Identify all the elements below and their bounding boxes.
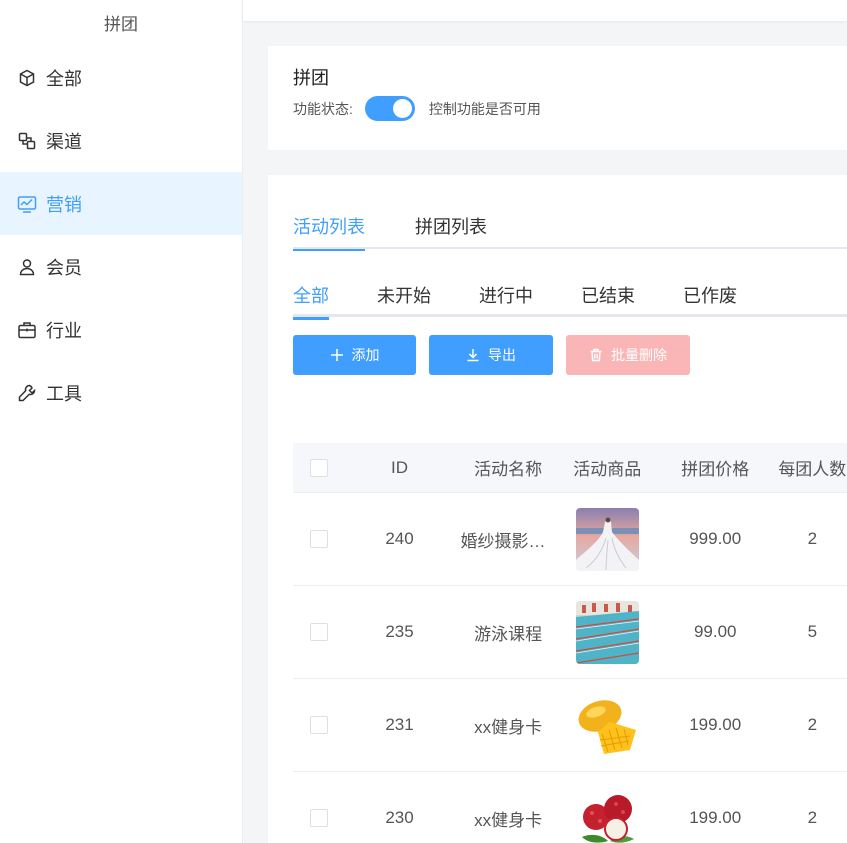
trash-icon	[590, 348, 602, 362]
row-checkbox[interactable]	[309, 530, 328, 548]
export-button[interactable]: 导出	[429, 335, 553, 375]
tab-status-all[interactable]: 全部	[293, 279, 329, 320]
sidebar-item-label: 会员	[46, 257, 82, 278]
row-checkbox[interactable]	[309, 809, 328, 827]
select-all-checkbox[interactable]	[309, 458, 328, 477]
swimming-pool-photo	[575, 600, 639, 664]
row-id: 235	[385, 622, 414, 641]
add-button-label: 添加	[351, 347, 380, 363]
sidebar-item-tools[interactable]: 工具	[0, 361, 242, 424]
sidebar-item-label: 行业	[46, 320, 82, 341]
function-title: 拼团	[293, 68, 329, 88]
row-checkbox[interactable]	[309, 623, 328, 641]
tab-status-ended[interactable]: 已结束	[581, 279, 635, 317]
header-name: 活动名称	[474, 460, 543, 479]
sidebar-item-label: 全部	[46, 68, 82, 89]
table-row: 230 xx健身卡 199.00 2	[293, 772, 847, 843]
row-goods-cell	[562, 786, 653, 843]
briefcase-icon	[16, 319, 38, 341]
main-card: 活动列表 拼团列表 全部 未开始 进行中 已结束 已作废 添加 导出 批量删除 …	[268, 175, 847, 843]
row-count: 2	[807, 715, 818, 734]
sidebar-item-marketing[interactable]: 营销	[0, 172, 242, 235]
row-name: 婚纱摄影套餐	[460, 531, 562, 551]
row-id: 240	[385, 529, 414, 548]
export-button-label: 导出	[488, 347, 516, 363]
user-icon	[16, 256, 38, 278]
sidebar-item-label: 工具	[46, 383, 82, 404]
row-name: xx健身卡	[474, 717, 543, 737]
row-price: 199.00	[689, 715, 742, 734]
tab-activity-list[interactable]: 活动列表	[293, 211, 365, 251]
table-row: 240 婚纱摄影套餐 999.00 2	[293, 493, 847, 586]
header-checkbox-cell	[293, 458, 345, 477]
row-goods-cell	[562, 693, 653, 757]
function-toggle-switch[interactable]	[364, 96, 415, 121]
cube-icon	[16, 67, 38, 89]
sidebar-item-all[interactable]: 全部	[0, 46, 242, 109]
row-name: 游泳课程	[474, 624, 543, 644]
row-price: 99.00	[693, 622, 737, 641]
row-id: 231	[385, 715, 414, 734]
sidebar-item-channel[interactable]: 渠道	[0, 109, 242, 172]
activity-table: ID 活动名称 活动商品 拼团价格 每团人数 240 婚纱摄影套餐 999.00…	[293, 443, 847, 843]
sidebar-item-label: 渠道	[46, 131, 82, 152]
chart-monitor-icon	[16, 193, 38, 215]
row-checkbox-cell	[293, 530, 345, 548]
plus-icon	[330, 349, 343, 361]
header-goods: 活动商品	[573, 460, 642, 479]
status-tabs: 全部 未开始 进行中 已结束 已作废	[293, 279, 847, 320]
wrench-icon	[16, 382, 38, 404]
sidebar-item-label: 营销	[46, 194, 82, 215]
row-price: 999.00	[689, 529, 742, 548]
function-card: 拼团 功能状态: 控制功能是否可用	[268, 46, 847, 150]
batch-delete-button[interactable]: 批量删除	[566, 335, 690, 375]
action-buttons: 添加 导出 批量删除	[293, 335, 703, 375]
table-row: 235 游泳课程 99.00 5	[293, 586, 847, 679]
tab-status-in-progress[interactable]: 进行中	[479, 279, 533, 317]
sidebar-title: 拼团	[0, 0, 242, 40]
top-header	[243, 0, 847, 21]
sidebar-item-member[interactable]: 会员	[0, 235, 242, 298]
row-checkbox-cell	[293, 623, 345, 641]
row-count: 5	[807, 622, 818, 641]
row-count: 2	[807, 808, 818, 827]
row-id: 230	[385, 808, 414, 827]
header-id: ID	[391, 457, 409, 477]
add-button[interactable]: 添加	[293, 335, 416, 375]
row-checkbox-cell	[293, 809, 345, 827]
mango-photo	[575, 693, 639, 757]
sidebar-menu: 全部 渠道 营销 会员 行业 工具	[0, 46, 242, 424]
batch-delete-button-label: 批量删除	[611, 347, 667, 363]
header-count: 每团人数	[778, 460, 847, 479]
sidebar-item-industry[interactable]: 行业	[0, 298, 242, 361]
row-goods-cell	[562, 507, 653, 571]
table-row: 231 xx健身卡 199.00 2	[293, 679, 847, 772]
row-count: 2	[807, 529, 818, 548]
function-status-row: 功能状态: 控制功能是否可用	[293, 96, 541, 121]
row-goods-cell	[562, 600, 653, 664]
tab-status-voided[interactable]: 已作废	[683, 279, 737, 317]
row-checkbox[interactable]	[309, 716, 328, 734]
lychee-photo	[575, 786, 639, 843]
function-status-desc: 控制功能是否可用	[428, 100, 541, 117]
tab-group-list[interactable]: 拼团列表	[415, 211, 487, 249]
download-icon	[467, 349, 479, 362]
sidebar: 拼团 全部 渠道 营销 会员 行业 工具	[0, 0, 243, 843]
row-checkbox-cell	[293, 716, 345, 734]
table-header: ID 活动名称 活动商品 拼团价格 每团人数	[293, 443, 847, 493]
channel-icon	[16, 130, 38, 152]
row-price: 199.00	[689, 808, 742, 827]
main-tabs: 活动列表 拼团列表	[293, 211, 847, 251]
wedding-dress-photo	[575, 507, 639, 571]
header-price: 拼团价格	[681, 460, 750, 479]
row-name: xx健身卡	[474, 810, 543, 830]
tab-status-not-started[interactable]: 未开始	[377, 279, 431, 317]
function-status-label: 功能状态:	[293, 100, 353, 117]
